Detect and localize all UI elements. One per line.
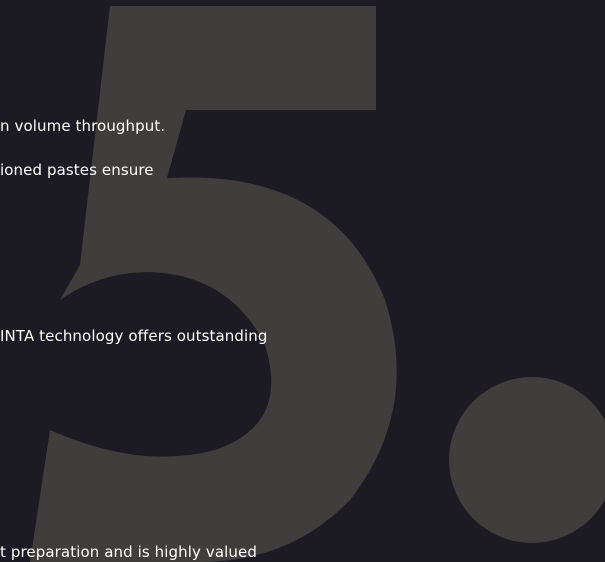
body-text-line: ioned pastes ensure	[0, 161, 154, 179]
digit-five-shape	[30, 6, 397, 562]
body-text-line: t preparation and is highly valued	[0, 543, 257, 561]
body-text-line: n volume throughput.	[0, 117, 166, 135]
body-text-line: INTA technology offers outstanding	[0, 327, 268, 345]
period-dot	[449, 377, 605, 543]
large-number-five-graphic	[30, 6, 605, 562]
page-canvas: n volume throughput. ioned pastes ensure…	[0, 0, 605, 562]
